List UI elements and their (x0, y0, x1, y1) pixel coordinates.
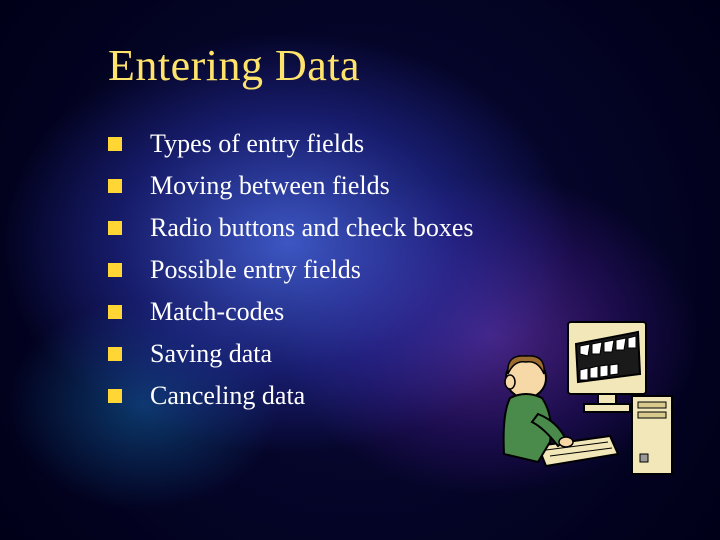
list-item: Types of entry fields (108, 129, 720, 159)
bullet-square-icon (108, 305, 122, 319)
list-item-label: Match-codes (150, 297, 284, 327)
bullet-square-icon (108, 137, 122, 151)
bullet-square-icon (108, 179, 122, 193)
list-item: Possible entry fields (108, 255, 720, 285)
list-item-label: Types of entry fields (150, 129, 364, 159)
slide: Entering Data Types of entry fields Movi… (0, 0, 720, 540)
list-item-label: Radio buttons and check boxes (150, 213, 474, 243)
slide-title: Entering Data (108, 40, 720, 91)
list-item-label: Canceling data (150, 381, 305, 411)
list-item: Moving between fields (108, 171, 720, 201)
list-item-label: Possible entry fields (150, 255, 361, 285)
list-item-label: Moving between fields (150, 171, 390, 201)
bullet-square-icon (108, 263, 122, 277)
list-item: Radio buttons and check boxes (108, 213, 720, 243)
bullet-square-icon (108, 347, 122, 361)
list-item-label: Saving data (150, 339, 272, 369)
bullet-square-icon (108, 221, 122, 235)
person-at-computer-clipart (480, 304, 680, 494)
bullet-square-icon (108, 389, 122, 403)
